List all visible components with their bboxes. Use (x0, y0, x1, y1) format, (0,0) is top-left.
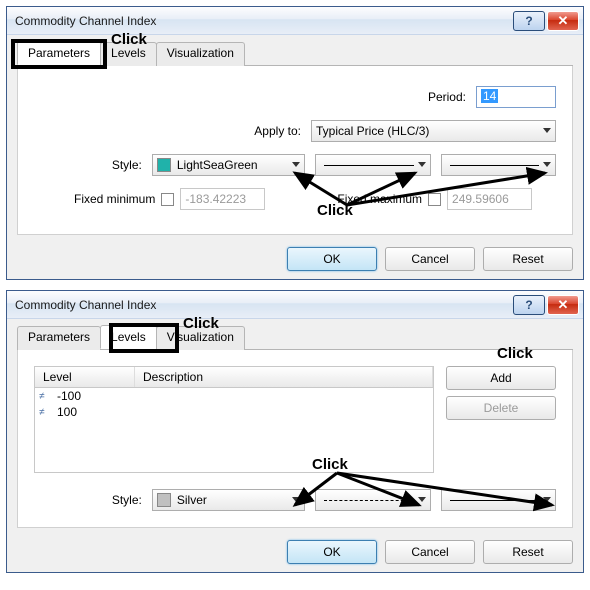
fixedmax-checkbox[interactable] (428, 193, 441, 206)
cancel-button[interactable]: Cancel (385, 540, 475, 564)
col-description[interactable]: Description (135, 367, 433, 387)
ok-button[interactable]: OK (287, 247, 377, 271)
ok-button[interactable]: OK (287, 540, 377, 564)
tab-label: Parameters (28, 330, 90, 344)
fixedmin-label: Fixed minimum (74, 192, 155, 206)
line-sample-icon (324, 165, 413, 166)
style-color-name: LightSeaGreen (177, 158, 258, 172)
chevron-down-icon (543, 128, 551, 134)
delete-button[interactable]: Delete (446, 396, 556, 420)
fixedmin-input[interactable] (180, 188, 265, 210)
style-color-dropdown[interactable]: Silver (152, 489, 306, 511)
tab-strip: Parameters Levels Visualization (17, 41, 573, 66)
fixedmin-checkbox[interactable] (161, 193, 174, 206)
levels-table-header: Level Description (34, 366, 434, 388)
titlebar[interactable]: Commodity Channel Index ? ✕ (7, 7, 583, 35)
style-width-dropdown[interactable] (441, 154, 556, 176)
chevron-down-icon (418, 497, 426, 503)
chevron-down-icon (292, 497, 300, 503)
chevron-down-icon (543, 497, 551, 503)
line-sample-icon (450, 165, 539, 166)
chevron-down-icon (418, 162, 426, 168)
list-item[interactable]: ≠ 100 (35, 404, 433, 420)
ok-label: OK (323, 252, 340, 266)
cancel-label: Cancel (411, 252, 448, 266)
tab-label: Levels (111, 330, 146, 344)
add-button[interactable]: Add (446, 366, 556, 390)
cancel-label: Cancel (411, 545, 448, 559)
applyto-label: Apply to: (254, 124, 301, 138)
style-label: Style: (94, 493, 142, 507)
window-title: Commodity Channel Index (15, 14, 511, 28)
chevron-down-icon (292, 162, 300, 168)
style-label: Style: (94, 158, 142, 172)
style-line-dropdown[interactable] (315, 154, 430, 176)
line-sample-icon (324, 500, 413, 501)
level-value: -100 (57, 389, 81, 403)
period-value: 14 (481, 89, 498, 103)
applyto-value: Typical Price (HLC/3) (316, 124, 429, 138)
dialog-parameters: Commodity Channel Index ? ✕ Parameters L… (6, 6, 584, 280)
col-level[interactable]: Level (35, 367, 135, 387)
tab-parameters[interactable]: Parameters (17, 326, 101, 350)
fixedmax-label: Fixed maximum (337, 192, 422, 206)
button-row: OK Cancel Reset (7, 532, 583, 572)
close-button[interactable]: ✕ (547, 11, 579, 31)
tab-visualization[interactable]: Visualization (156, 326, 245, 350)
level-value: 100 (57, 405, 77, 419)
help-button[interactable]: ? (513, 295, 545, 315)
add-label: Add (490, 371, 511, 385)
style-color-dropdown[interactable]: LightSeaGreen (152, 154, 306, 176)
tab-parameters[interactable]: Parameters (17, 41, 101, 65)
fixedmax-input[interactable] (447, 188, 532, 210)
style-color-name: Silver (177, 493, 207, 507)
levels-list[interactable]: ≠ -100 ≠ 100 (34, 388, 434, 473)
tab-levels[interactable]: Levels (100, 42, 157, 66)
reset-label: Reset (512, 545, 543, 559)
help-button[interactable]: ? (513, 11, 545, 31)
reset-button[interactable]: Reset (483, 247, 573, 271)
reset-label: Reset (512, 252, 543, 266)
tab-strip: Parameters Levels Visualization (17, 325, 573, 350)
cancel-button[interactable]: Cancel (385, 247, 475, 271)
titlebar[interactable]: Commodity Channel Index ? ✕ (7, 291, 583, 319)
tab-visualization[interactable]: Visualization (156, 42, 245, 66)
tab-label: Parameters (28, 46, 90, 60)
list-item[interactable]: ≠ -100 (35, 388, 433, 404)
style-width-dropdown[interactable] (441, 489, 556, 511)
tab-label: Visualization (167, 46, 234, 60)
delete-label: Delete (484, 401, 519, 415)
tab-levels[interactable]: Levels (100, 325, 157, 349)
tab-label: Levels (111, 46, 146, 60)
ok-label: OK (323, 545, 340, 559)
color-swatch (157, 158, 171, 172)
period-input[interactable]: 14 (476, 86, 556, 108)
chevron-down-icon (543, 162, 551, 168)
reset-button[interactable]: Reset (483, 540, 573, 564)
level-icon: ≠ (39, 407, 53, 418)
close-button[interactable]: ✕ (547, 295, 579, 315)
level-icon: ≠ (39, 391, 53, 402)
style-line-dropdown[interactable] (315, 489, 430, 511)
applyto-dropdown[interactable]: Typical Price (HLC/3) (311, 120, 556, 142)
period-label: Period: (428, 90, 466, 104)
color-swatch (157, 493, 171, 507)
line-sample-icon (450, 500, 539, 501)
window-title: Commodity Channel Index (15, 298, 511, 312)
dialog-levels: Commodity Channel Index ? ✕ Parameters L… (6, 290, 584, 573)
tab-label: Visualization (167, 330, 234, 344)
button-row: OK Cancel Reset (7, 239, 583, 279)
